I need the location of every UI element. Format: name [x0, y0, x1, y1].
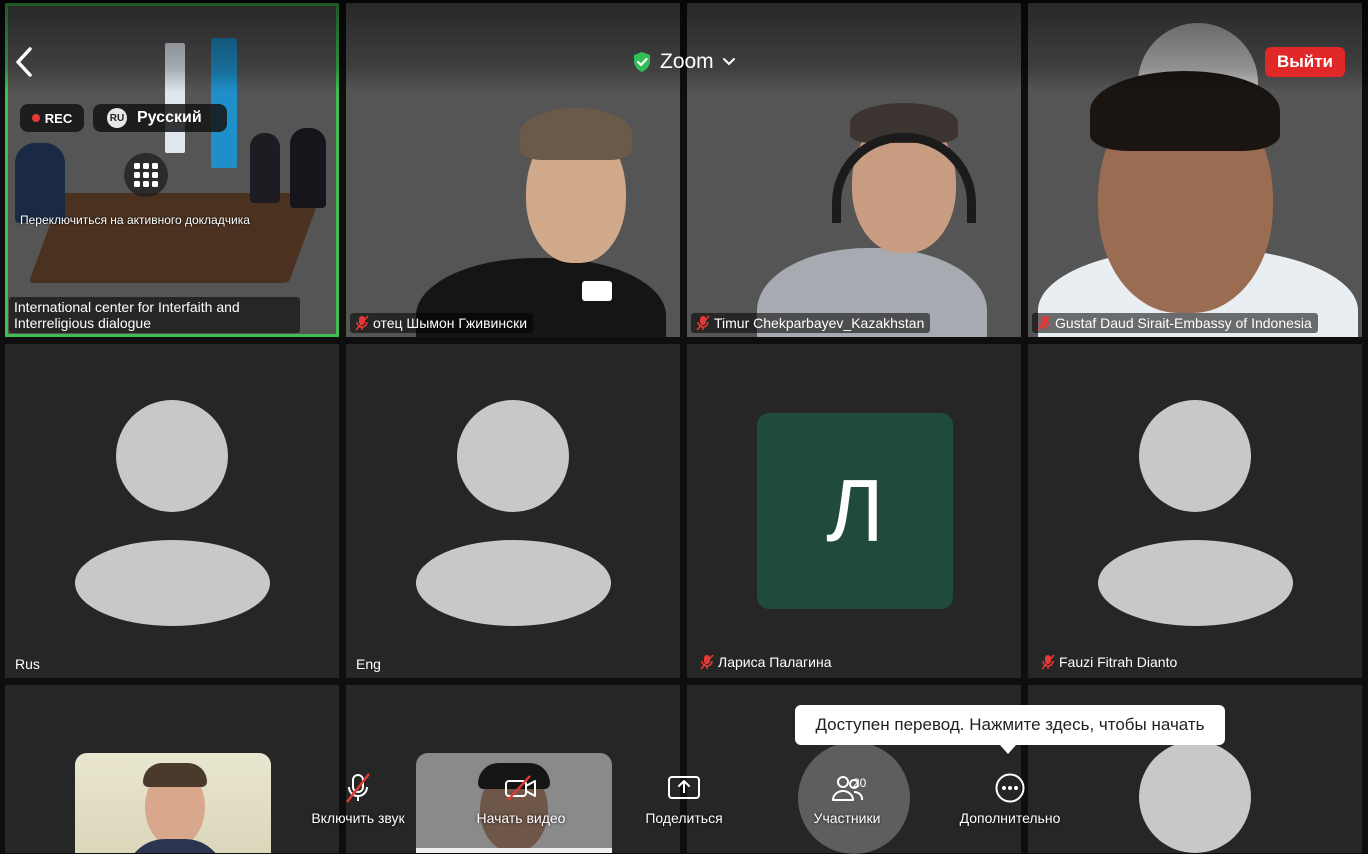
mic-muted-icon	[696, 315, 710, 331]
participant-name: Gustaf Daud Sirait-Embassy of Indonesia	[1055, 315, 1312, 331]
initial-avatar: Л	[757, 413, 953, 609]
tile-name-label: Gustaf Daud Sirait-Embassy of Indonesia	[1032, 313, 1318, 333]
person-body	[416, 848, 612, 853]
translation-available-tooltip[interactable]: Доступен перевод. Нажмите здесь, чтобы н…	[795, 705, 1225, 754]
mic-muted-icon	[1041, 654, 1055, 670]
more-button[interactable]: Дополнительно	[940, 772, 1080, 832]
avatar-head-placeholder	[1139, 400, 1251, 512]
unmute-label: Включить звук	[311, 810, 405, 826]
share-label: Поделиться	[645, 810, 723, 826]
attendee	[290, 128, 326, 208]
participant-name: Rus	[15, 656, 40, 672]
avatar-body-placeholder	[416, 540, 611, 626]
language-code-icon: RU	[107, 108, 127, 128]
more-options-icon	[995, 773, 1025, 803]
meeting-title-dropdown[interactable]: Zoom	[632, 49, 736, 75]
participant-name: отец Шымон Гживински	[373, 315, 528, 331]
headphones	[832, 133, 976, 223]
language-interpretation-button[interactable]: RU Русский	[93, 104, 227, 132]
chevron-down-icon	[722, 58, 735, 66]
top-bar	[0, 0, 1368, 92]
unmute-button[interactable]: Включить звук	[288, 772, 428, 832]
switch-speaker-label: Переключиться на активного докладчика	[20, 213, 250, 227]
grid-icon	[134, 163, 158, 187]
switch-speaker-view-button[interactable]	[124, 153, 168, 197]
tile-name-label: отец Шымон Гживински	[350, 313, 534, 333]
person-hair	[520, 108, 632, 160]
share-screen-icon	[668, 776, 700, 799]
mic-muted-icon	[1037, 315, 1051, 331]
video-off-icon	[505, 775, 536, 801]
person-body	[125, 839, 225, 853]
avatar-body-placeholder	[75, 540, 270, 626]
participants-count: 20	[853, 776, 867, 790]
share-button[interactable]: Поделиться	[614, 772, 754, 832]
participants-button[interactable]: 20 Участники	[777, 772, 917, 832]
tile-name-label: International center for Interfaith and …	[9, 297, 300, 333]
tile-name-label: Timur Chekparbayev_Kazakhstan	[691, 313, 931, 333]
mic-muted-icon	[700, 654, 714, 670]
participant-tile[interactable]: Rus	[5, 344, 339, 678]
participant-tile[interactable]: Eng	[346, 344, 680, 678]
rec-label: REC	[44, 110, 73, 126]
mic-muted-icon	[355, 315, 369, 331]
recording-indicator: REC	[20, 104, 84, 132]
participant-tile[interactable]: Л Лариса Палагина	[687, 344, 1021, 678]
profile-photo	[75, 753, 271, 853]
participant-tile[interactable]: Fauzi Fitrah Dianto	[1028, 344, 1362, 678]
conference-table	[28, 193, 322, 283]
avatar-head-placeholder	[457, 400, 569, 512]
leave-button[interactable]: Выйти	[1265, 47, 1345, 77]
participant-name: Fauzi Fitrah Dianto	[1059, 654, 1178, 670]
record-dot-icon	[31, 114, 40, 122]
start-video-button[interactable]: Начать видео	[451, 772, 591, 832]
start-video-label: Начать видео	[476, 810, 566, 826]
participants-label: Участники	[813, 810, 881, 826]
tile-name-label: Лариса Палагина	[695, 652, 838, 672]
participant-name: International center for Interfaith and …	[14, 299, 240, 331]
clerical-collar	[582, 281, 612, 301]
participant-name: Eng	[356, 656, 381, 672]
avatar-head-placeholder	[1139, 741, 1251, 853]
avatar-body-placeholder	[1098, 540, 1293, 626]
participant-name: Лариса Палагина	[718, 654, 832, 670]
tile-name-label: Fauzi Fitrah Dianto	[1036, 652, 1183, 672]
app-title: Zoom	[660, 50, 714, 73]
more-label: Дополнительно	[959, 810, 1061, 826]
attendee	[250, 133, 280, 203]
chevron-left-icon	[16, 47, 32, 77]
avatar-head-placeholder	[116, 400, 228, 512]
back-button[interactable]	[10, 44, 38, 80]
language-label: Русский	[137, 109, 202, 126]
attendee	[15, 143, 65, 223]
mic-off-icon	[346, 773, 370, 803]
participant-name: Timur Chekparbayev_Kazakhstan	[714, 315, 925, 331]
shield-check-icon	[634, 52, 650, 72]
person-hair	[143, 763, 207, 787]
